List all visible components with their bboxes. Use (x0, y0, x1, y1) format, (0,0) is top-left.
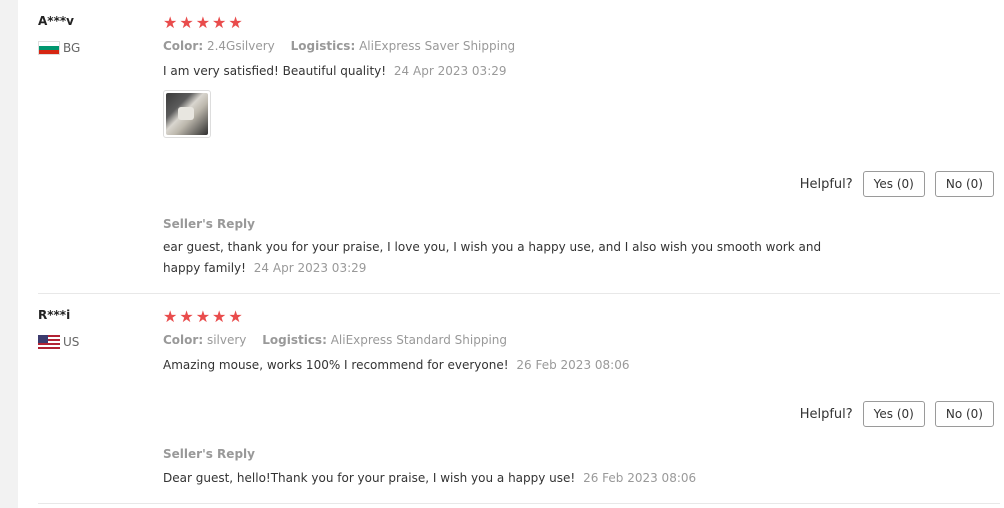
helpful-yes-button[interactable]: Yes (0) (862, 171, 925, 197)
star-icon: ★ (228, 307, 243, 326)
review-date: 26 Feb 2023 08:06 (516, 358, 630, 372)
seller-reply-date: 26 Feb 2023 08:06 (583, 471, 697, 485)
star-icon: ★ (212, 307, 227, 326)
flag-bg-icon (38, 41, 60, 55)
seller-reply-date: 24 Apr 2023 03:29 (253, 261, 367, 275)
seller-reply-body: Dear guest, hello!Thank you for your pra… (163, 471, 576, 485)
reviewer-name: A***v (38, 14, 74, 28)
review-body: I am very satisfied! Beautiful quality! (163, 64, 387, 78)
star-icon: ★ (228, 13, 243, 32)
logistics-label: Logistics: (262, 333, 327, 347)
seller-reply-text: Dear guest, hello!Thank you for your pra… (163, 468, 843, 489)
logistics-value: AliExpress Standard Shipping (330, 333, 508, 347)
color-value: 2.4Gsilvery (206, 39, 275, 53)
country-code: BG (63, 41, 81, 55)
star-rating: ★ ★ ★ ★ ★ (163, 15, 243, 31)
star-icon: ★ (163, 13, 178, 32)
color-value: silvery (206, 333, 247, 347)
color-label: Color: (163, 333, 204, 347)
helpful-controls: Helpful? Yes (0) No (0) (800, 401, 994, 427)
helpful-label: Helpful? (799, 176, 853, 192)
star-icon: ★ (163, 307, 178, 326)
star-rating: ★ ★ ★ ★ ★ (163, 309, 243, 325)
star-icon: ★ (212, 13, 227, 32)
seller-reply-title: Seller's Reply (163, 447, 255, 461)
review-photo-thumbnail[interactable] (163, 90, 211, 138)
review-meta: Color: 2.4Gsilvery Logistics: AliExpress… (163, 39, 527, 53)
review-divider (38, 503, 1000, 504)
reviews-panel: A***v BG ★ ★ ★ ★ ★ Color: 2.4Gsilvery Lo… (18, 0, 1004, 508)
seller-reply-title: Seller's Reply (163, 217, 255, 231)
helpful-label: Helpful? (799, 406, 853, 422)
reviewer-country: BG (38, 41, 80, 55)
helpful-no-button[interactable]: No (0) (934, 171, 994, 197)
logistics-label: Logistics: (290, 39, 356, 53)
star-icon: ★ (179, 13, 194, 32)
star-icon: ★ (195, 13, 211, 32)
helpful-no-button[interactable]: No (0) (934, 401, 994, 427)
helpful-yes-button[interactable]: Yes (0) (862, 401, 925, 427)
review-item: A***v BG ★ ★ ★ ★ ★ Color: 2.4Gsilvery Lo… (18, 0, 1004, 293)
review-text: Amazing mouse, works 100% I recommend fo… (163, 355, 843, 376)
logistics-value: AliExpress Saver Shipping (359, 39, 516, 53)
review-item: R***i US ★ ★ ★ ★ ★ Color: silvery Logist… (18, 294, 1004, 502)
color-label: Color: (163, 39, 204, 53)
review-meta: Color: silvery Logistics: AliExpress Sta… (163, 333, 519, 347)
seller-reply-text: ear guest, thank you for your praise, I … (163, 237, 833, 279)
star-icon: ★ (179, 307, 194, 326)
reviewer-name: R***i (38, 308, 71, 322)
review-text: I am very satisfied! Beautiful quality! … (163, 61, 843, 82)
review-photo (166, 93, 208, 135)
review-date: 24 Apr 2023 03:29 (393, 64, 507, 78)
country-code: US (63, 335, 80, 349)
helpful-controls: Helpful? Yes (0) No (0) (800, 171, 994, 197)
flag-us-icon (38, 335, 60, 349)
review-body: Amazing mouse, works 100% I recommend fo… (163, 358, 509, 372)
star-icon: ★ (195, 307, 211, 326)
reviewer-country: US (38, 335, 79, 349)
